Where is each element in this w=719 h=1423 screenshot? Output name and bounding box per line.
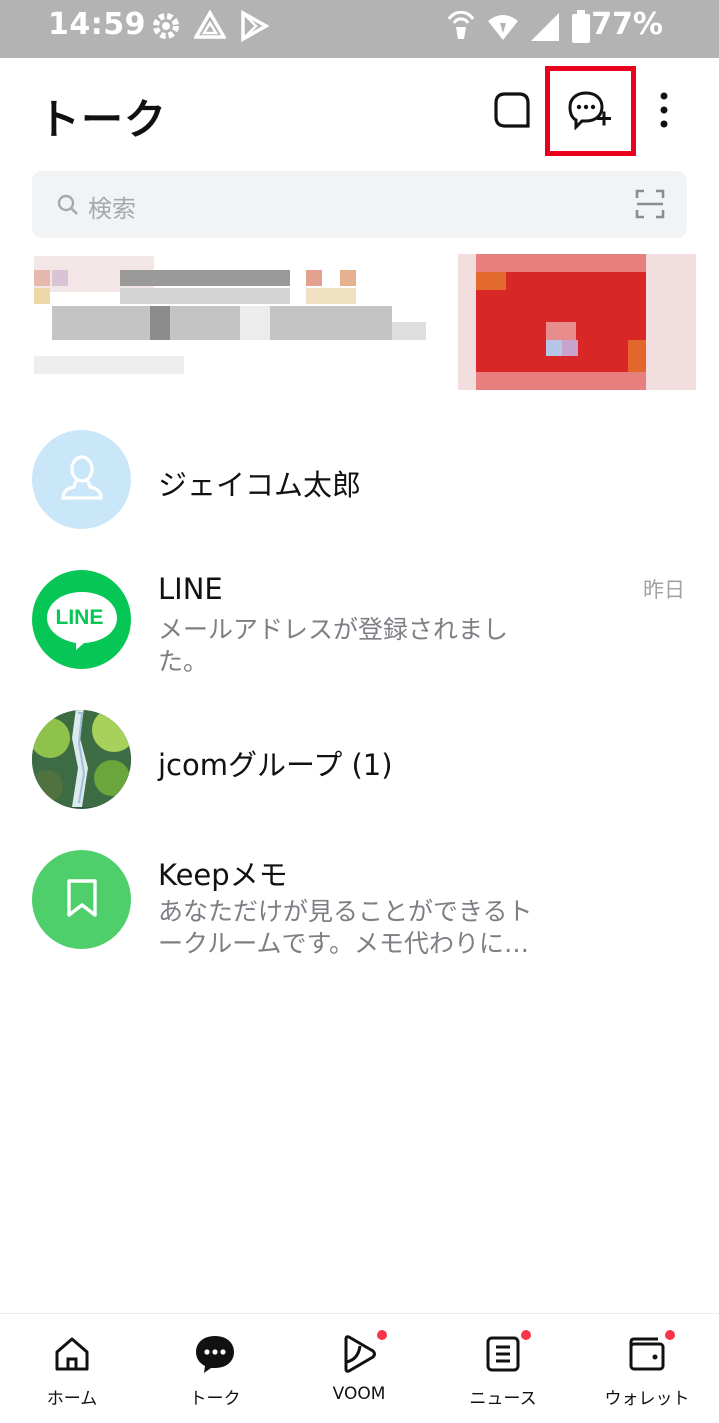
line-logo-text: LINE	[55, 605, 104, 629]
chat-time: 昨日	[643, 578, 685, 602]
banner-pixel	[476, 272, 506, 290]
banner-pixel	[306, 288, 356, 304]
banner-pixel	[562, 340, 578, 356]
nav-label: VOOM	[332, 1384, 386, 1404]
avatar	[32, 710, 131, 809]
line-logo-icon: LINE	[43, 588, 121, 652]
gear-icon	[150, 10, 182, 42]
square-icon	[493, 91, 531, 133]
notification-badge	[377, 1330, 387, 1340]
chat-preview: メールアドレスが登録されました。	[158, 615, 509, 676]
square-button[interactable]	[482, 82, 542, 142]
status-icons-left	[150, 10, 270, 42]
wallet-icon	[625, 1330, 675, 1376]
status-icons-right	[445, 10, 591, 44]
chat-row-line[interactable]: LINE LINE メールアドレスが登録されました。 昨日	[0, 560, 719, 700]
chat-row-jcom-taro[interactable]: ジェイコム太郎	[0, 420, 719, 560]
banner-pixel	[628, 340, 646, 372]
avatar	[32, 850, 131, 949]
wifi-calling-icon	[445, 11, 477, 43]
news-icon	[481, 1330, 531, 1376]
banner-pixel	[306, 270, 322, 286]
voom-icon	[337, 1330, 387, 1376]
chat-row-jcom-group[interactable]: jcomグループ (1)	[0, 700, 719, 840]
nav-talk[interactable]: トーク	[155, 1332, 275, 1412]
nav-home[interactable]: ホーム	[12, 1332, 132, 1412]
page-title: トーク	[38, 95, 168, 144]
chat-name: ジェイコム太郎	[158, 468, 362, 502]
banner-pixel	[52, 306, 392, 340]
nav-label: ウォレット	[604, 1389, 690, 1409]
banner-pixel	[546, 340, 562, 356]
chat-row-keep-memo[interactable]: Keepメモ あなただけが見ることができるトークルームです。メモ代わりに…	[0, 840, 719, 980]
nav-voom[interactable]: VOOM	[299, 1330, 419, 1412]
nav-label: ニュース	[469, 1389, 537, 1409]
home-icon	[50, 1332, 94, 1376]
banner-pixel	[340, 270, 356, 286]
banner-pixel	[120, 270, 290, 286]
battery-icon	[571, 10, 591, 44]
battery-percent: 77%	[591, 7, 663, 42]
wifi-icon	[487, 11, 519, 43]
search-placeholder: 検索	[88, 195, 136, 223]
status-bar: 14:59 77%	[0, 0, 719, 58]
chat-name: LINE	[158, 572, 223, 606]
notification-badge	[665, 1330, 675, 1340]
bookmark-icon	[65, 878, 99, 922]
waterfall-photo	[32, 710, 131, 809]
nav-wallet[interactable]: ウォレット	[587, 1330, 707, 1412]
banner-pixel	[240, 306, 270, 340]
search-icon	[56, 193, 80, 221]
banner-pixel	[546, 322, 576, 340]
chat-list: ジェイコム太郎 LINE LINE メールアドレスが登録されました。 昨日 jc…	[0, 420, 719, 980]
status-time: 14:59	[48, 7, 146, 42]
more-button[interactable]	[634, 82, 694, 142]
play-store-icon	[238, 10, 270, 42]
chat-bubble-icon	[193, 1332, 237, 1376]
person-icon	[60, 454, 104, 506]
chat-preview: あなただけが見ることができるトークルームです。メモ代わりに…	[158, 897, 533, 958]
new-chat-icon	[567, 90, 613, 134]
ad-banner[interactable]	[0, 252, 719, 392]
banner-pixel	[120, 288, 290, 304]
bottom-nav: ホーム トーク VOOM ニュース ウォレット	[0, 1313, 719, 1423]
nav-news[interactable]: ニュース	[443, 1330, 563, 1412]
signal-icon	[529, 11, 561, 43]
scan-icon[interactable]	[635, 189, 665, 223]
avatar: LINE	[32, 570, 131, 669]
nav-label: トーク	[189, 1389, 241, 1409]
search-input[interactable]: 検索	[32, 171, 687, 238]
chat-name: jcomグループ (1)	[158, 748, 393, 782]
avatar	[32, 430, 131, 529]
triangle-app-icon	[194, 10, 226, 42]
more-vertical-icon	[659, 92, 669, 132]
notification-badge	[521, 1330, 531, 1340]
banner-pixel	[34, 356, 184, 374]
banner-pixel	[392, 322, 426, 340]
chat-name: Keepメモ	[158, 858, 288, 892]
banner-pixel	[150, 306, 170, 340]
header: トーク	[0, 58, 719, 170]
new-chat-button[interactable]	[560, 82, 620, 142]
nav-label: ホーム	[46, 1389, 98, 1409]
banner-pixel	[34, 270, 50, 286]
banner-pixel	[34, 288, 50, 304]
banner-pixel	[52, 270, 68, 286]
